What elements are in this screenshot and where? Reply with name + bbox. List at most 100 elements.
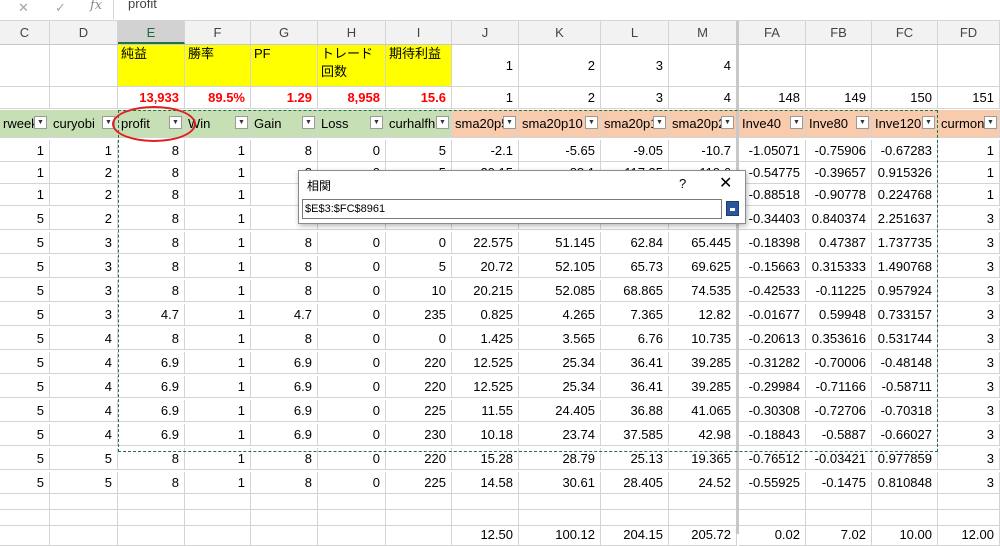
data-cell[interactable]: 39.285 [669,376,737,398]
data-cell[interactable]: 8 [251,280,318,302]
empty-cell[interactable] [872,510,938,526]
data-cell[interactable]: -0.5887 [806,424,872,446]
footer-cell[interactable]: 10.00 [872,526,938,546]
formula-input[interactable]: profit [128,0,157,11]
empty-cell[interactable] [806,494,872,510]
metric-value-cell[interactable]: 8,958 [318,87,386,109]
data-cell[interactable]: 1 [185,448,251,470]
close-button[interactable]: ✕ [719,173,732,193]
data-cell[interactable]: -0.30308 [739,400,806,422]
empty-cell[interactable] [318,494,386,510]
filter-header-cell[interactable]: sma20p10 ▼ [519,110,601,138]
data-cell[interactable]: 1 [185,352,251,374]
data-cell[interactable]: 0 [318,448,386,470]
data-cell[interactable]: 1 [185,376,251,398]
data-cell[interactable]: 36.41 [601,352,669,374]
filter-dropdown-icon[interactable]: ▼ [102,116,115,129]
data-cell[interactable]: 0 [318,328,386,350]
data-cell[interactable]: 1 [185,472,251,494]
empty-cell[interactable] [601,494,669,510]
empty-cell[interactable] [118,510,185,526]
empty-cell[interactable] [452,510,519,526]
data-cell[interactable]: 220 [386,352,452,374]
data-cell[interactable]: 52.105 [519,256,601,278]
metric-value-cell[interactable] [50,87,118,109]
data-cell[interactable]: 3 [938,400,1000,422]
data-cell[interactable]: 5 [0,472,50,494]
cancel-icon[interactable]: ✕ [18,0,29,16]
filter-dropdown-icon[interactable]: ▼ [169,116,182,129]
data-cell[interactable]: 20.215 [452,280,519,302]
data-cell[interactable]: 3 [938,280,1000,302]
metric-value-cell[interactable] [0,87,50,109]
data-cell[interactable]: 3 [50,232,118,254]
data-cell[interactable]: 220 [386,448,452,470]
data-cell[interactable]: 1.490768 [872,256,938,278]
filter-header-cell[interactable]: sma20p5 ▼ [452,110,519,138]
column-header-fc[interactable]: FC [872,21,938,44]
data-cell[interactable]: 15.28 [452,448,519,470]
metric-value-cell[interactable]: 148 [739,87,806,109]
data-cell[interactable]: 25.34 [519,352,601,374]
footer-cell[interactable] [386,526,452,546]
footer-cell[interactable] [118,526,185,546]
column-header-j[interactable]: J [452,21,519,44]
footer-cell[interactable]: 12.00 [938,526,1000,546]
data-cell[interactable]: 5 [0,280,50,302]
filter-dropdown-icon[interactable]: ▼ [503,116,516,129]
data-cell[interactable]: 12.525 [452,376,519,398]
metric-label-cell[interactable]: 勝率 [185,45,251,87]
data-cell[interactable]: -0.71166 [806,376,872,398]
data-cell[interactable]: 0.957924 [872,280,938,302]
filter-dropdown-icon[interactable]: ▼ [436,116,449,129]
function-icon[interactable]: fx [90,0,102,13]
filter-header-cell[interactable]: Win ▼ [185,110,251,138]
empty-cell[interactable] [872,494,938,510]
metric-label-cell[interactable]: 4 [669,45,737,87]
filter-header-cell[interactable]: sma20p20 ▼ [669,110,737,138]
column-header-l[interactable]: L [601,21,669,44]
data-cell[interactable]: 3 [938,256,1000,278]
metric-value-cell[interactable]: 151 [938,87,1000,109]
data-cell[interactable]: 10.735 [669,328,737,350]
data-cell[interactable]: 28.405 [601,472,669,494]
data-cell[interactable]: -0.01677 [739,304,806,326]
data-cell[interactable]: -1.05071 [739,140,806,162]
data-cell[interactable]: -0.76512 [739,448,806,470]
data-cell[interactable]: 5 [386,140,452,162]
data-cell[interactable]: 4.265 [519,304,601,326]
data-cell[interactable]: 0.47387 [806,232,872,254]
data-cell[interactable]: 1 [185,424,251,446]
data-cell[interactable]: 36.41 [601,376,669,398]
data-cell[interactable]: 3 [938,424,1000,446]
empty-cell[interactable] [386,494,452,510]
empty-cell[interactable] [739,510,806,526]
data-cell[interactable]: 1.737735 [872,232,938,254]
data-cell[interactable]: 5 [0,232,50,254]
empty-cell[interactable] [938,494,1000,510]
filter-header-cell[interactable]: Loss ▼ [318,110,386,138]
data-cell[interactable]: 10 [386,280,452,302]
data-cell[interactable]: 8 [118,208,185,230]
data-cell[interactable]: -0.48148 [872,352,938,374]
empty-cell[interactable] [0,510,50,526]
data-cell[interactable]: 0 [318,280,386,302]
data-cell[interactable]: 3 [50,280,118,302]
data-cell[interactable]: 8 [118,184,185,206]
data-cell[interactable]: 1 [185,280,251,302]
filter-header-cell[interactable]: curyobi ▼ [50,110,118,138]
column-header-e[interactable]: E [118,21,185,44]
data-cell[interactable]: 0.810848 [872,472,938,494]
data-cell[interactable]: 4.7 [251,304,318,326]
data-cell[interactable]: 0 [318,256,386,278]
data-cell[interactable]: 8 [251,140,318,162]
data-cell[interactable]: 69.625 [669,256,737,278]
data-cell[interactable]: 8 [118,256,185,278]
column-header-k[interactable]: K [519,21,601,44]
data-cell[interactable]: 68.865 [601,280,669,302]
metric-label-cell[interactable]: トレード回数 [318,45,386,87]
data-cell[interactable]: 5 [386,256,452,278]
data-cell[interactable]: 8 [251,448,318,470]
data-cell[interactable]: 0 [318,352,386,374]
data-cell[interactable]: -2.1 [452,140,519,162]
